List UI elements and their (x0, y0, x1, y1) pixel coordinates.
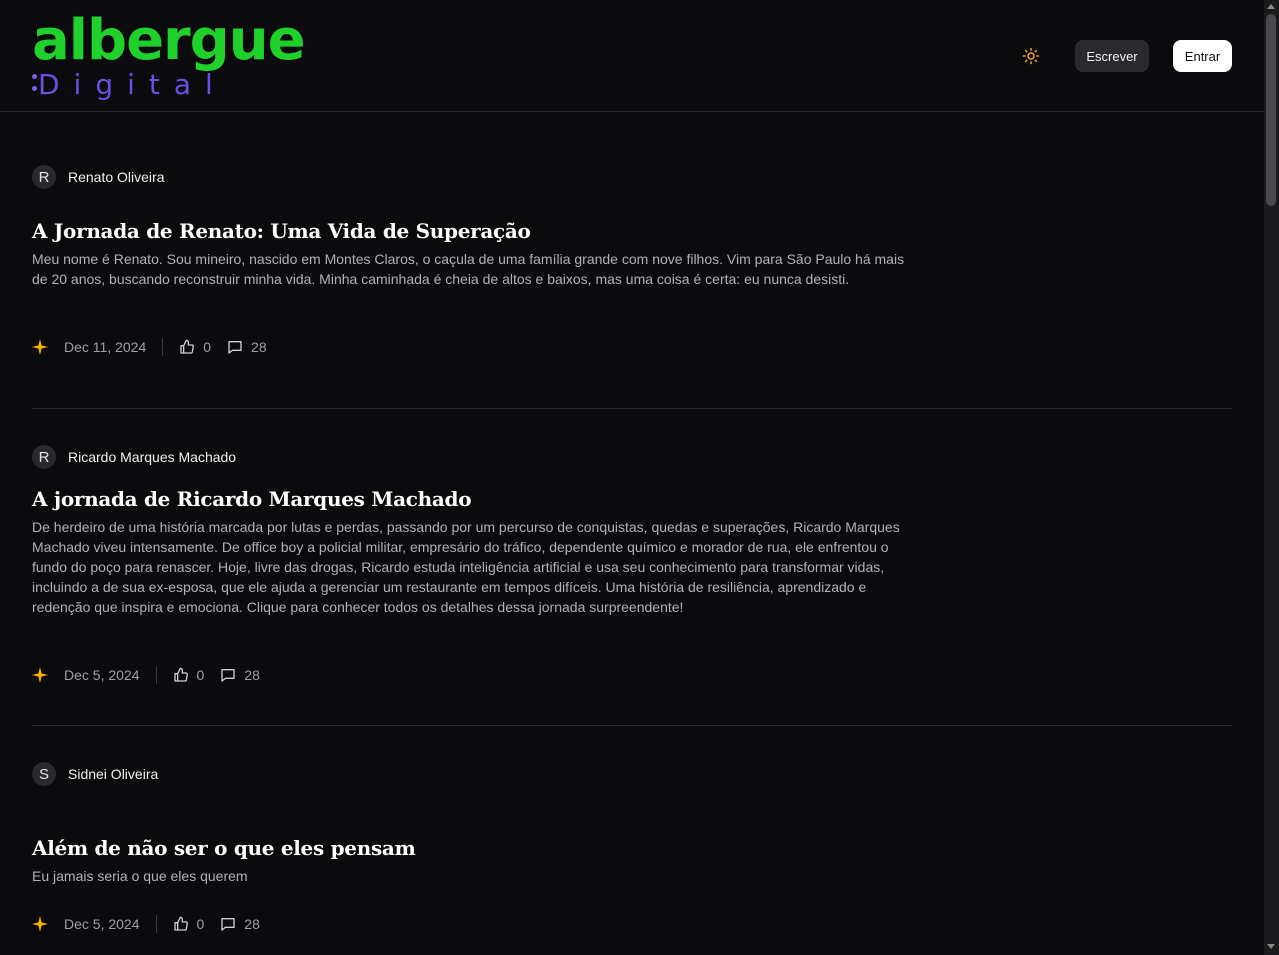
comment-count: 28 (251, 339, 267, 355)
sparkle-icon (32, 916, 48, 932)
like-count: 0 (196, 916, 205, 932)
comment-icon (221, 918, 235, 931)
meta-divider (162, 338, 164, 356)
login-button[interactable]: Entrar (1173, 40, 1232, 72)
post-divider (32, 408, 1232, 409)
comment-button[interactable]: 28 (220, 667, 260, 683)
site-header: albergue Digital Escrever Entrar (0, 0, 1264, 112)
author-name: Sidnei Oliveira (68, 766, 159, 782)
thumbs-up-icon (173, 916, 188, 931)
site-logo[interactable]: albergue Digital (32, 8, 306, 101)
like-count: 0 (196, 667, 205, 683)
thumbs-up-icon (173, 667, 188, 682)
author-name: Renato Oliveira (68, 169, 165, 185)
like-button[interactable]: 0 (179, 339, 211, 355)
post-title[interactable]: Além de não ser o que eles pensam (32, 836, 416, 860)
post-divider (32, 725, 1232, 726)
comment-button[interactable]: 28 (227, 339, 267, 355)
post-meta: Dec 5, 2024 0 28 (32, 912, 260, 936)
comment-icon (221, 669, 235, 682)
post-date: Dec 5, 2024 (64, 667, 140, 683)
author-name: Ricardo Marques Machado (68, 449, 237, 465)
avatar: R (32, 165, 56, 189)
logo-top-text: albergue (32, 8, 306, 73)
post-title[interactable]: A jornada de Ricardo Marques Machado (32, 487, 472, 511)
sparkle-icon (32, 339, 48, 355)
post-author[interactable]: R Renato Oliveira (32, 165, 165, 189)
like-count: 0 (203, 339, 212, 355)
avatar: S (32, 762, 56, 786)
sparkle-icon (32, 667, 48, 683)
avatar: R (32, 445, 56, 469)
write-button[interactable]: Escrever (1075, 40, 1149, 72)
post-excerpt: Eu jamais seria o que eles querem (32, 868, 248, 884)
post-date: Dec 11, 2024 (64, 339, 147, 355)
comment-icon (228, 341, 242, 354)
scroll-down-icon[interactable] (1267, 944, 1275, 949)
post-meta: Dec 11, 2024 0 28 (32, 335, 267, 359)
post-excerpt: Meu nome é Renato. Sou mineiro, nascido … (32, 251, 905, 287)
thumbs-up-icon (180, 339, 195, 354)
like-button[interactable]: 0 (173, 667, 205, 683)
post-author[interactable]: S Sidnei Oliveira (32, 762, 158, 786)
post-date: Dec 5, 2024 (64, 916, 140, 932)
meta-divider (155, 915, 157, 933)
comment-button[interactable]: 28 (220, 916, 260, 932)
comment-count: 28 (244, 916, 260, 932)
scroll-up-icon[interactable] (1267, 4, 1275, 9)
post-title[interactable]: A Jornada de Renato: Uma Vida de Superaç… (32, 219, 531, 243)
post-excerpt: De herdeiro de uma história marcada por … (32, 519, 900, 615)
theme-toggle-button[interactable] (1016, 42, 1046, 70)
sun-icon (1022, 47, 1040, 65)
vertical-scrollbar[interactable] (1264, 0, 1279, 955)
post-author[interactable]: R Ricardo Marques Machado (32, 445, 236, 469)
comment-count: 28 (244, 667, 260, 683)
meta-divider (155, 666, 157, 684)
scrollbar-thumb[interactable] (1266, 14, 1276, 206)
like-button[interactable]: 0 (173, 916, 205, 932)
logo-bottom-text: Digital (38, 68, 227, 101)
post-meta: Dec 5, 2024 0 28 (32, 663, 260, 687)
